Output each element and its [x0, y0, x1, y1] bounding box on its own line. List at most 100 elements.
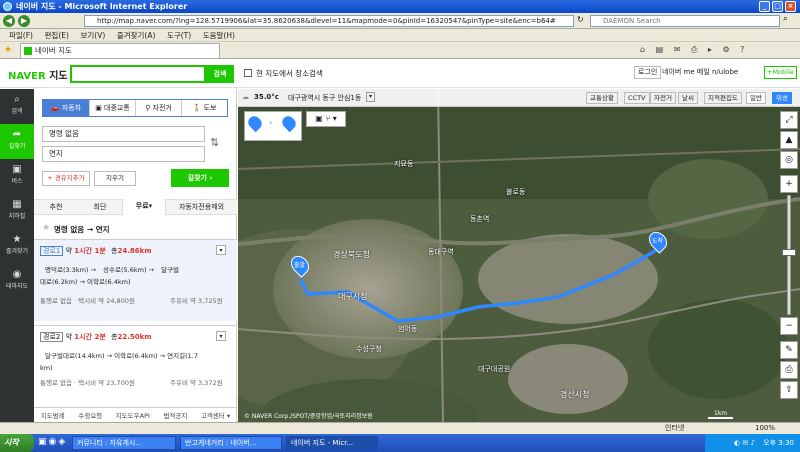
- tab-naver-map[interactable]: 네이버 지도: [20, 43, 220, 58]
- area-search-label: 현 지도에서 장소검색: [256, 69, 323, 78]
- zoom-out-button[interactable]: −: [780, 317, 798, 335]
- tab-recommended[interactable]: 추천: [34, 202, 78, 212]
- tray-icons[interactable]: ◐ ✉ ♪: [734, 439, 755, 447]
- map-label-gyeongsan: 경산시청: [560, 390, 590, 399]
- menu-tools[interactable]: 도구(T): [167, 31, 191, 40]
- minimize-button[interactable]: _: [759, 1, 770, 12]
- map-label-park: 대구대공원: [478, 365, 511, 373]
- nav-search[interactable]: ⌕ 검색: [0, 89, 34, 124]
- expand-route-2-button[interactable]: ▾: [216, 331, 226, 341]
- menu-favorites[interactable]: 즐겨찾기(A): [117, 31, 156, 40]
- menu-file[interactable]: 파일(F): [9, 31, 33, 40]
- layer-cctv[interactable]: CCTV: [624, 92, 650, 104]
- task-community[interactable]: 커뮤니티 : 자유게시...: [72, 436, 176, 450]
- maximize-button[interactable]: □: [772, 1, 783, 12]
- zoom-level[interactable]: 100%: [755, 423, 775, 434]
- bus-icon: ▣: [12, 164, 22, 175]
- route-1-header: 경로1 약 1시간 1분 총24.86km: [40, 246, 152, 256]
- route-card-2[interactable]: 경로2 약 1시간 2분 총22.50km ▾ 달구벌대로(14.4km) → …: [34, 325, 237, 405]
- map-search-button[interactable]: 검색: [206, 65, 234, 83]
- tab-no-highway[interactable]: 자동차전용제외: [166, 202, 237, 212]
- mode-tabs: 🚗 자동차 ▣ 대중교통 ⚲ 자전거 🚶 도보: [42, 99, 228, 117]
- footer-legend[interactable]: 지도범례: [41, 410, 65, 420]
- my-location-button[interactable]: ◎: [780, 151, 798, 169]
- area-search-checkbox[interactable]: [244, 69, 252, 77]
- start-button[interactable]: 시작: [0, 434, 34, 452]
- footer-report[interactable]: 수정요청: [78, 410, 102, 420]
- share-icon[interactable]: ⇪: [780, 381, 798, 399]
- menu-view[interactable]: 보기(V): [80, 31, 105, 40]
- add-waypoint-button[interactable]: + 경유지추가: [42, 171, 90, 186]
- map-search-input[interactable]: [70, 65, 206, 83]
- user-links[interactable]: 네이버 me 메일 n/ulobe: [662, 67, 738, 77]
- find-route-button[interactable]: 길찾기 ›: [171, 169, 229, 187]
- route-card-1[interactable]: 경로1 약 1시간 1분 총24.86km ▾ 명덕로(3.3km) → 성수로…: [34, 239, 237, 321]
- refresh-icon[interactable]: ↻: [577, 15, 584, 24]
- location-dropdown[interactable]: ▾: [366, 92, 375, 102]
- layer-weather[interactable]: 날씨: [678, 92, 698, 104]
- menu-edit[interactable]: 편집(E): [45, 31, 69, 40]
- route-1-label: 경로1: [40, 246, 64, 256]
- origin-input[interactable]: 명령 없음: [42, 126, 205, 142]
- footer-api[interactable]: 지도도우API: [116, 410, 150, 420]
- ruler-icon[interactable]: ✎: [780, 341, 798, 359]
- destination-input[interactable]: 연지: [42, 146, 205, 162]
- map-label-dongdaegu: 동대구역: [428, 248, 454, 256]
- zoom-in-button[interactable]: +: [780, 175, 798, 193]
- layer-bicycle[interactable]: 자전거: [650, 92, 676, 104]
- search-icon[interactable]: ⌕: [783, 14, 788, 24]
- login-button[interactable]: 로그인: [634, 66, 662, 79]
- view-normal[interactable]: 일반: [746, 92, 766, 104]
- search-field[interactable]: DAEMON Search: [590, 15, 780, 27]
- footer-support[interactable]: 고객센터 ▾: [201, 410, 230, 420]
- forward-button[interactable]: ▶: [18, 15, 30, 27]
- task-naver-map[interactable]: 네이버 지도 - Micr...: [286, 436, 378, 450]
- naver-logo[interactable]: NAVER 지도: [8, 67, 68, 82]
- map-label-suseong: 수성구청: [356, 345, 382, 353]
- route-mini-box[interactable]: ›: [244, 111, 302, 141]
- mode-walk[interactable]: 🚶 도보: [181, 100, 227, 116]
- zoom-slider-handle[interactable]: [782, 249, 796, 256]
- quick-launch-icons[interactable]: ▣◉◈: [38, 437, 67, 447]
- menu-help[interactable]: 도움말(H): [203, 31, 235, 40]
- mode-bicycle[interactable]: ⚲ 자전거: [135, 100, 181, 116]
- favorite-star-icon[interactable]: ★: [42, 223, 50, 233]
- mobile-link[interactable]: +Mobile: [764, 66, 797, 79]
- expand-route-1-button[interactable]: ▾: [216, 245, 226, 255]
- star-icon: ★: [12, 234, 22, 245]
- route-2-time: 1시간 2분: [74, 333, 106, 341]
- map-label-bullo: 불로동: [506, 188, 526, 196]
- print-icon[interactable]: ⎙: [780, 361, 798, 379]
- fullscreen-button[interactable]: ⤢: [780, 111, 798, 129]
- mode-transit[interactable]: ▣ 대중교통: [89, 100, 135, 116]
- task-naver-search[interactable]: 반고게네거리 : 네이버...: [180, 436, 282, 450]
- nav-theme-map[interactable]: ◉ 테마지도: [0, 264, 34, 299]
- layer-cadastral[interactable]: 지적편집도: [704, 92, 742, 104]
- layer-traffic[interactable]: 교통상황: [586, 92, 618, 104]
- footer-legal[interactable]: 법적공지: [163, 410, 187, 420]
- ie-icon: [3, 2, 12, 11]
- reset-button[interactable]: 지우기: [94, 171, 136, 186]
- system-tray: ◐ ✉ ♪ 오후 3:30: [705, 434, 800, 452]
- close-button[interactable]: ×: [785, 1, 796, 12]
- tab-shortest[interactable]: 최단: [78, 202, 122, 212]
- route-1-time: 1시간 1분: [74, 247, 106, 255]
- nav-bus[interactable]: ▣ 버스: [0, 159, 34, 194]
- mode-car[interactable]: 🚗 자동차: [43, 100, 89, 116]
- swap-icon[interactable]: ⇅: [210, 136, 219, 149]
- nav-favorites[interactable]: ★ 즐겨찾기: [0, 229, 34, 264]
- poi-filter-buttons[interactable]: ▣ ⑂ ▾: [306, 111, 346, 127]
- command-bar-icons[interactable]: ⌂ ▤ ✉ ⎙ ▸ ⚙ ?: [640, 45, 748, 55]
- nav-directions[interactable]: ➦ 길찾기: [0, 124, 34, 159]
- view-satellite[interactable]: 위성: [772, 92, 792, 104]
- left-nav: ⌕ 검색 ➦ 길찾기 ▣ 버스 ▦ 지하철 ★ 즐겨찾기 ◉ 테마지도: [0, 89, 34, 422]
- compass-icon[interactable]: ▲: [780, 131, 798, 149]
- map-view[interactable]: 경상북도청 대구시청 동대구역 경산시청 지묘동 불로동 동촌역 범어동 수성구…: [238, 89, 800, 422]
- back-button[interactable]: ◀: [3, 15, 15, 27]
- url-field[interactable]: http://map.naver.com/?lng=128.5719906&la…: [84, 15, 574, 27]
- nav-subway[interactable]: ▦ 지하철: [0, 194, 34, 229]
- favorites-star-icon[interactable]: ★: [4, 45, 12, 55]
- current-location[interactable]: 대구광역시 동구 안심1동: [288, 93, 361, 103]
- map-top-bar: ☁ 35.0°c 대구광역시 동구 안심1동 ▾ 교통상황 CCTV 자전거 날…: [238, 89, 800, 107]
- tab-free[interactable]: 무료▾: [122, 199, 166, 215]
